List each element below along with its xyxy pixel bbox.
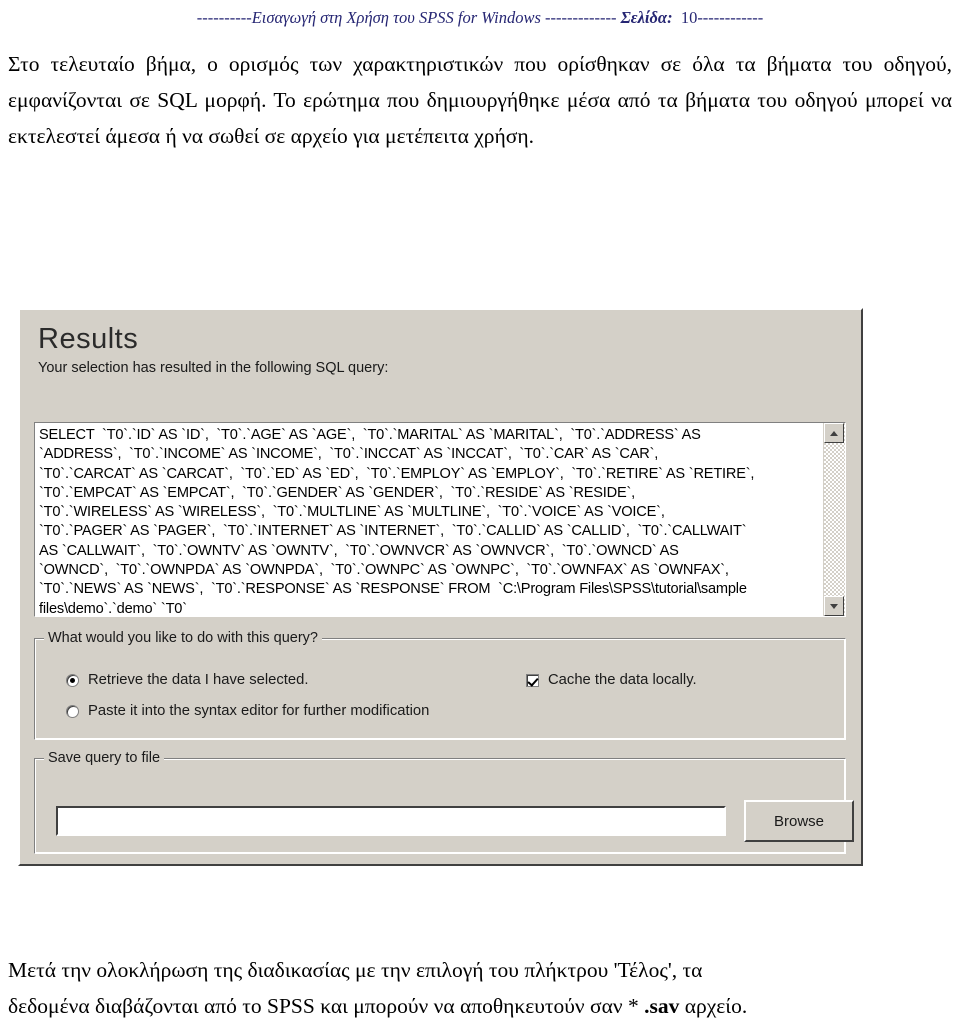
radio-button-icon[interactable] bbox=[66, 704, 79, 718]
browse-button[interactable]: Browse bbox=[744, 800, 854, 842]
checkbox-cache-data[interactable]: Cache the data locally. bbox=[526, 672, 697, 688]
dialog-subtitle: Your selection has resulted in the follo… bbox=[38, 360, 389, 377]
closing-paragraph-line2a: δεδομένα διαβάζονται από το SPSS και μπο… bbox=[8, 994, 645, 1018]
header-page-label: Σελίδα: bbox=[620, 8, 673, 27]
dialog-title: Results bbox=[38, 323, 139, 355]
checkbox-cache-data-label: Cache the data locally. bbox=[548, 672, 697, 688]
closing-paragraph: Μετά την ολοκλήρωση της διαδικασίας με τ… bbox=[8, 952, 952, 1024]
radio-paste-syntax[interactable]: Paste it into the syntax editor for furt… bbox=[66, 703, 429, 719]
intro-paragraph: Στο τελευταίο βήμα, ο ορισμός των χαρακτ… bbox=[8, 52, 952, 148]
sql-scrollbar[interactable] bbox=[823, 423, 845, 616]
sql-query-panel: SELECT `T0`.`ID` AS `ID`, `T0`.`AGE` AS … bbox=[34, 422, 846, 617]
radio-retrieve-data-label: Retrieve the data I have selected. bbox=[88, 672, 309, 688]
query-action-group: What would you like to do with this quer… bbox=[34, 630, 846, 740]
spss-results-dialog: Results Your selection has resulted in t… bbox=[18, 308, 863, 866]
sql-query-text[interactable]: SELECT `T0`.`ID` AS `ID`, `T0`.`AGE` AS … bbox=[35, 423, 823, 616]
closing-paragraph-extension: .sav bbox=[644, 994, 680, 1018]
header-lead-dashes: ---------- bbox=[196, 8, 252, 27]
save-file-path-input[interactable] bbox=[56, 806, 726, 836]
radio-paste-syntax-label: Paste it into the syntax editor for furt… bbox=[88, 703, 430, 719]
header-title: Εισαγωγή στη Χρήση του SPSS for Windows bbox=[251, 8, 541, 27]
scroll-up-button[interactable] bbox=[824, 423, 844, 443]
header-mid-dashes: ------------- bbox=[540, 8, 621, 27]
save-group-legend: Save query to file bbox=[44, 750, 165, 766]
triangle-down-icon bbox=[830, 603, 838, 609]
radio-button-icon[interactable] bbox=[66, 673, 79, 687]
query-group-legend: What would you like to do with this quer… bbox=[44, 630, 322, 646]
closing-paragraph-line2c: αρχείο. bbox=[679, 994, 748, 1018]
closing-paragraph-line1: Μετά την ολοκλήρωση της διαδικασίας με τ… bbox=[8, 958, 703, 982]
checkbox-icon[interactable] bbox=[526, 673, 539, 687]
header-trail-dashes: ------------ bbox=[697, 8, 764, 27]
triangle-up-icon bbox=[830, 430, 838, 436]
radio-retrieve-data[interactable]: Retrieve the data I have selected. bbox=[66, 672, 308, 688]
document-header: ----------Εισαγωγή στη Χρήση του SPSS fo… bbox=[0, 8, 960, 28]
header-page-number: 10 bbox=[680, 8, 698, 27]
scroll-down-button[interactable] bbox=[824, 596, 844, 616]
